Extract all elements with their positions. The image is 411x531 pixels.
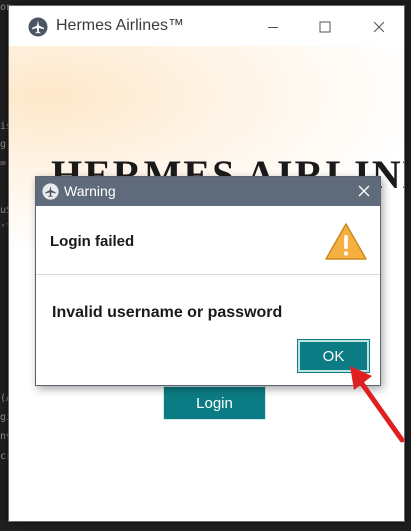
red-arrow-pointer-icon: [350, 366, 405, 443]
warning-dialog: Warning Login failed Invalid username or…: [35, 176, 381, 386]
dialog-titlebar[interactable]: Warning: [36, 177, 380, 206]
code-fragment: =: [0, 158, 7, 169]
window-title: Hermes Airlines™: [56, 17, 185, 34]
dialog-header: Login failed: [36, 206, 380, 275]
airplane-icon: [28, 17, 48, 37]
airplane-icon: [42, 183, 59, 200]
login-button[interactable]: Login: [163, 386, 266, 420]
maximize-icon[interactable]: [313, 16, 337, 38]
window-titlebar[interactable]: Hermes Airlines™: [9, 6, 404, 46]
minimize-icon[interactable]: [261, 16, 285, 38]
close-icon[interactable]: [367, 16, 391, 38]
warning-triangle-icon: [325, 223, 367, 260]
dialog-message: Invalid username or password: [52, 304, 283, 321]
dialog-heading: Login failed: [50, 233, 135, 250]
code-fragment: g: [0, 139, 7, 150]
close-icon[interactable]: [356, 183, 372, 199]
dialog-title: Warning: [64, 183, 116, 199]
